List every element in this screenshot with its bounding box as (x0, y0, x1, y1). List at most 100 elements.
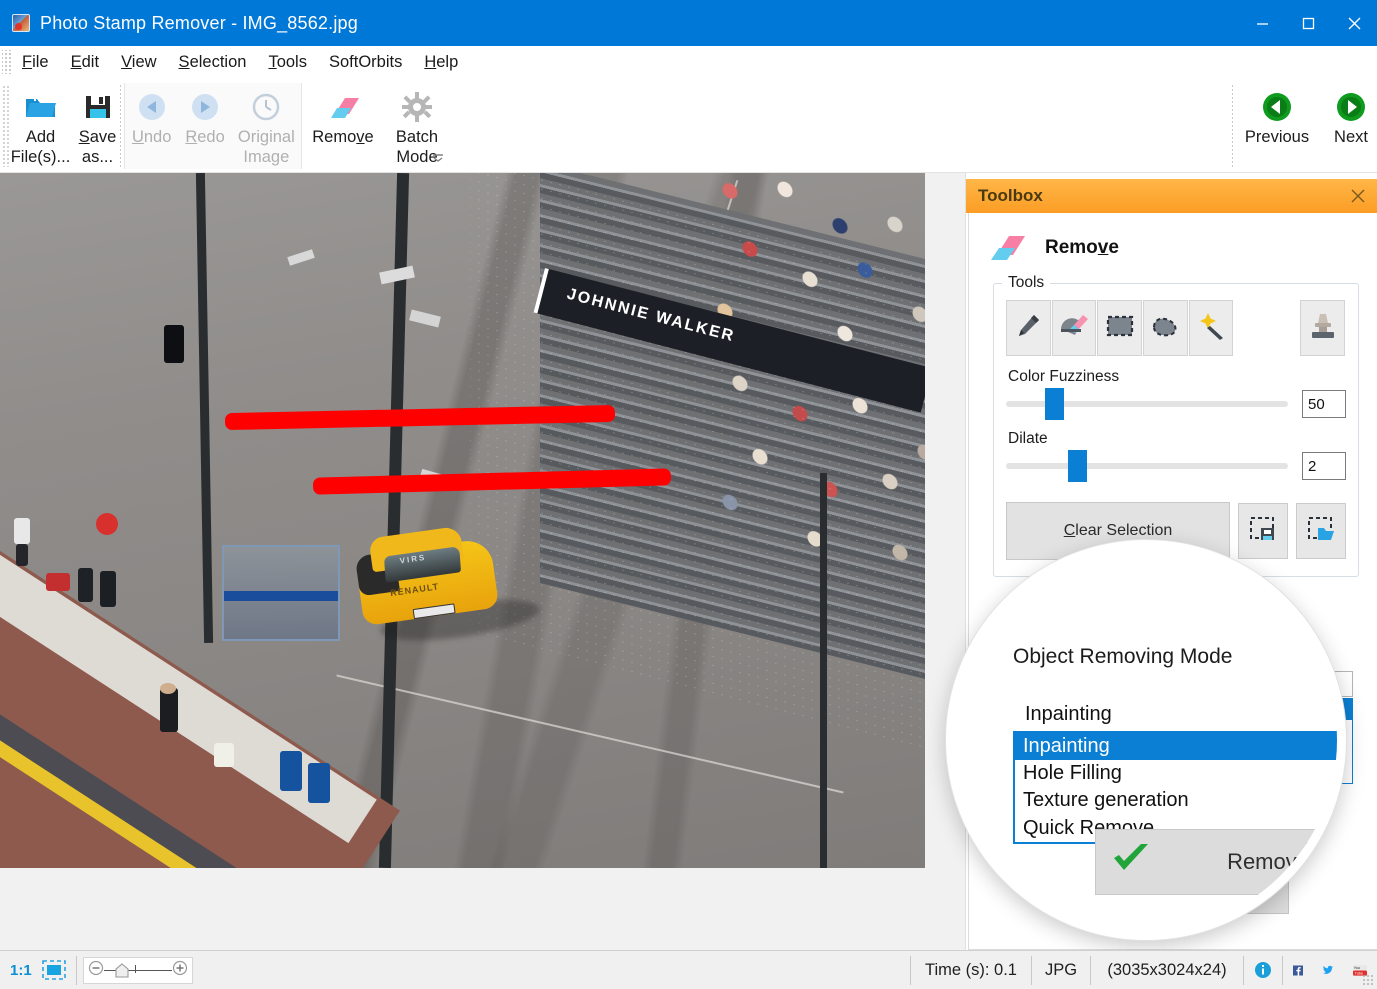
magic-wand-tool-button[interactable] (1188, 300, 1234, 356)
save-as-label: Save as... (78, 128, 117, 166)
add-files-button[interactable]: Add File(s)... (11, 83, 70, 167)
eraser-tool-button[interactable] (1051, 300, 1097, 356)
blue-barrel (308, 763, 330, 803)
toolbox-close-icon[interactable] (1348, 186, 1368, 206)
original-image-button[interactable]: Original Image (232, 83, 301, 167)
lasso-select-icon (1150, 313, 1180, 344)
menu-view[interactable]: View (110, 50, 167, 75)
color-fuzziness-row: 50 (1006, 388, 1346, 420)
dilate-slider[interactable] (1006, 450, 1288, 482)
undo-arrow-icon (137, 89, 167, 125)
color-fuzziness-handle[interactable] (1045, 388, 1065, 420)
camera-rig (164, 325, 184, 363)
tools-row (1006, 300, 1346, 356)
official (160, 688, 178, 732)
ribbon-grip[interactable] (2, 85, 11, 167)
color-fuzziness-label: Color Fuzziness (1008, 368, 1120, 385)
marker-tool-button[interactable] (1006, 300, 1051, 356)
zoom-out-icon[interactable] (88, 960, 104, 981)
green-right-arrow-icon (1336, 89, 1366, 125)
color-fuzziness-value[interactable]: 50 (1302, 390, 1346, 418)
ribbon-separator-2 (1232, 85, 1233, 169)
status-divider (75, 955, 77, 985)
green-left-arrow-icon (1262, 89, 1292, 125)
magnified-option-hole-filling[interactable]: Hole Filling (1015, 760, 1337, 787)
format-status: JPG (1044, 960, 1078, 979)
menu-edit[interactable]: Edit (60, 50, 110, 75)
minimize-button[interactable] (1239, 0, 1285, 46)
toolbox-title: Toolbox (978, 186, 1043, 205)
info-icon[interactable] (1244, 956, 1282, 985)
undo-button[interactable]: Undo (125, 83, 178, 147)
menu-grip[interactable] (2, 50, 11, 74)
previous-label: Previous (1244, 128, 1310, 146)
tools-group-label: Tools (1002, 274, 1051, 292)
red-equipment (96, 513, 118, 535)
remove-section-title-row: Remove (985, 231, 1377, 265)
redo-label: Redo (185, 128, 225, 146)
tools-group: Tools Color Fuzziness 50 Dilate 2 Clear … (993, 274, 1359, 577)
toolbox-header: Toolbox (966, 179, 1377, 213)
dilate-handle[interactable] (1068, 450, 1088, 482)
window-controls (1239, 0, 1377, 46)
menu-help[interactable]: Help (413, 50, 469, 75)
menu-selection[interactable]: Selection (168, 50, 258, 75)
marshal (78, 568, 93, 602)
maximize-button[interactable] (1285, 0, 1331, 46)
color-fuzziness-slider[interactable] (1006, 388, 1288, 420)
safety-car: VIRS RENAULT (346, 515, 506, 635)
resize-grip[interactable] (1362, 974, 1374, 986)
magnified-remove-button[interactable]: Remove (1095, 829, 1320, 895)
zoom-slider-control[interactable] (82, 956, 193, 984)
load-selection-icon (1307, 516, 1335, 547)
menu-tools[interactable]: Tools (257, 50, 318, 75)
magnified-option-inpainting[interactable]: Inpainting (1015, 733, 1337, 761)
image-canvas[interactable]: JOHNNIE WALKER TAG Heuer (0, 173, 965, 950)
redo-arrow-icon (190, 89, 220, 125)
close-button[interactable] (1331, 0, 1377, 46)
clone-stamp-tool-button[interactable] (1300, 300, 1346, 356)
twitter-icon[interactable] (1313, 956, 1343, 985)
redo-button[interactable]: Redo (178, 83, 231, 147)
next-button[interactable]: Next (1314, 83, 1377, 147)
camera-scaffold (222, 545, 340, 641)
blue-barrel (280, 751, 302, 791)
previous-button[interactable]: Previous (1240, 83, 1314, 147)
fit-to-window-icon[interactable] (32, 956, 76, 985)
facebook-icon[interactable] (1283, 956, 1313, 985)
magnified-combobox[interactable]: Inpainting (1015, 697, 1337, 731)
equipment-bag (46, 573, 70, 591)
zoom-ratio-label[interactable]: 1:1 (10, 962, 32, 979)
magnified-option-texture-generation[interactable]: Texture generation (1015, 787, 1337, 814)
menu-file[interactable]: FFileile (11, 50, 60, 75)
ribbon-separator-1 (120, 85, 121, 169)
toolbox-panel: Toolbox Remove Tools Color Fuzziness 50 … (946, 173, 1377, 950)
next-label: Next (1334, 128, 1368, 146)
lasso-select-tool-button[interactable] (1143, 300, 1188, 356)
clock-history-icon (251, 89, 281, 125)
magnified-dropdown[interactable]: Inpainting Hole Filling Texture generati… (1013, 731, 1337, 844)
svg-text:You: You (1354, 966, 1360, 970)
magnified-object-removing-mode-label: Object Removing Mode (1013, 645, 1233, 668)
person (16, 544, 28, 566)
race-track-photo[interactable]: JOHNNIE WALKER TAG Heuer (0, 173, 925, 868)
magnified-selected-value: Inpainting (1025, 702, 1112, 725)
application-window: Photo Stamp Remover - IMG_8562.jpg FFile… (0, 0, 1377, 989)
zoom-in-icon[interactable] (172, 960, 188, 981)
green-check-icon (1112, 840, 1152, 880)
window-title: Photo Stamp Remover - IMG_8562.jpg (40, 12, 358, 33)
save-as-button[interactable]: Save as... (69, 83, 126, 167)
eraser-icon (985, 231, 1027, 265)
zoom-slider-handle[interactable] (115, 963, 129, 983)
official-head (160, 683, 176, 694)
ribbon-expand-icon[interactable] (431, 150, 445, 164)
dilate-value[interactable]: 2 (1302, 452, 1346, 480)
zoom-slider-track[interactable] (103, 962, 172, 978)
original-image-label: Original Image (237, 128, 295, 166)
clone-stamp-icon (1309, 311, 1337, 346)
rectangle-select-tool-button[interactable] (1097, 300, 1143, 356)
pencil-marker-icon (1013, 311, 1043, 346)
remove-ribbon-button[interactable]: Remove (306, 83, 380, 147)
ribbon-toolbar: Add File(s)... Save as... Undo Redo Orig… (0, 79, 1377, 173)
menu-softorbits[interactable]: SoftOrbits (318, 50, 413, 75)
